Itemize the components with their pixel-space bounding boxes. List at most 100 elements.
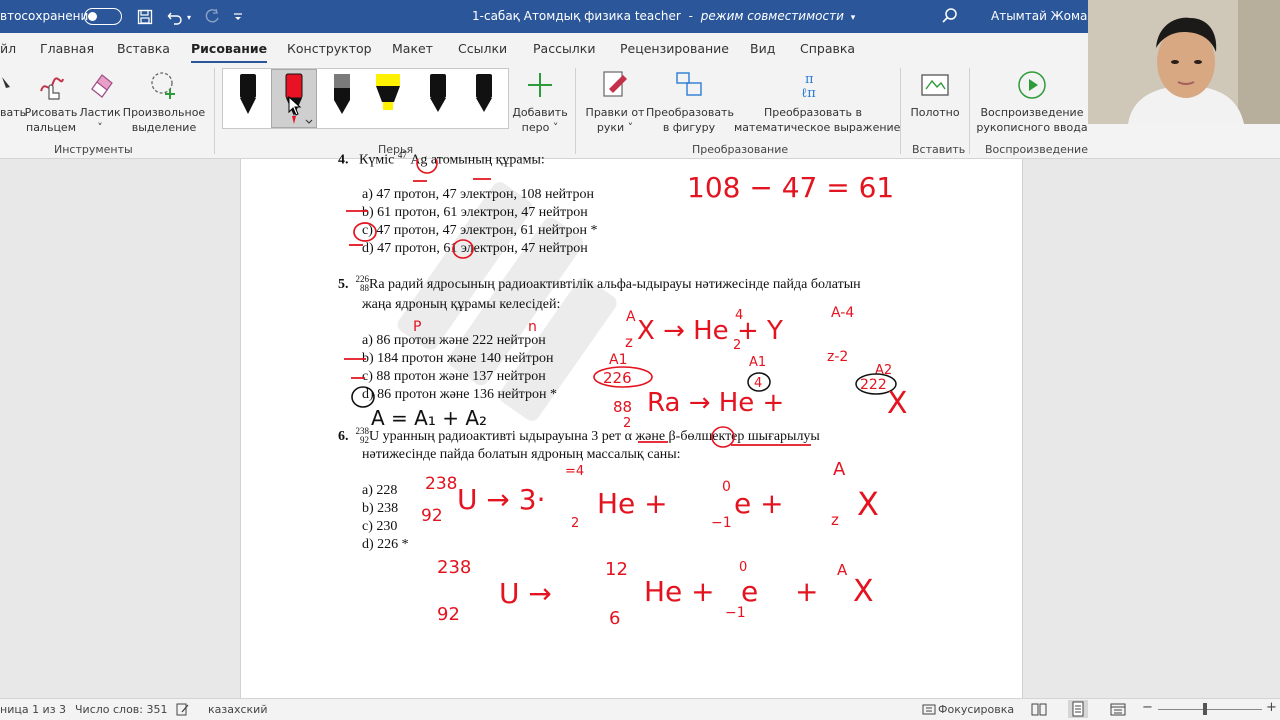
lasso-select-button[interactable]: Произвольное выделение <box>122 69 206 135</box>
pi-icon: πℓπ <box>801 72 816 101</box>
pens-gallery <box>222 68 509 129</box>
webcam-overlay <box>1088 0 1280 124</box>
drawing-canvas-button[interactable]: Полотно <box>906 69 964 120</box>
tab-file[interactable]: йл <box>0 41 16 56</box>
pen-black-1[interactable] <box>233 72 263 126</box>
plus-icon <box>528 73 552 97</box>
undo-dropdown-icon[interactable]: ▾ <box>184 7 194 27</box>
tab-insert[interactable]: Вставка <box>117 41 170 56</box>
play-icon <box>1018 71 1046 99</box>
tab-view[interactable]: Вид <box>750 41 775 56</box>
customize-toolbar-icon[interactable] <box>230 7 246 27</box>
print-layout-icon[interactable] <box>1068 700 1088 718</box>
compat-mode: режим совместимости <box>700 9 844 23</box>
save-icon[interactable] <box>134 7 156 27</box>
autosave-toggle[interactable] <box>84 8 122 25</box>
search-icon[interactable] <box>941 7 959 25</box>
ink-editor-button[interactable]: Правки от руки ˅ <box>584 69 646 135</box>
ink-to-math-button[interactable]: π ℓπ Преобразовать в математическое выраж… <box>734 69 901 135</box>
mouse-cursor-icon <box>288 96 302 116</box>
insert-group-label: Вставить <box>912 143 966 156</box>
user-name[interactable]: Атымтай Жомарт <box>991 9 1102 23</box>
q5-option-b: b) 184 протон және 140 нейтрон <box>362 351 554 366</box>
lasso-label-2: выделение <box>131 121 197 134</box>
q6-number: 6. <box>338 429 349 444</box>
read-mode-icon[interactable] <box>1031 702 1047 717</box>
ink-to-shape-button[interactable]: Преобразовать в фигуру <box>646 69 734 135</box>
pen-black-2[interactable] <box>423 72 453 126</box>
eraser-icon <box>91 74 113 98</box>
convert-group-label: Преобразование <box>692 143 789 156</box>
q4-stem-sup: 47 <box>397 150 407 160</box>
q5-option-c: c) 88 протон және 137 нейтрон <box>362 369 546 384</box>
ink-replay-label-2: рукописного ввода <box>976 121 1088 134</box>
q4-stem-right: Ag атомының құрамы: <box>410 152 545 168</box>
language[interactable]: казахский <box>208 703 267 716</box>
separator <box>214 68 215 154</box>
zoom-out-icon[interactable]: − <box>1142 700 1153 715</box>
redo-icon[interactable] <box>201 7 223 27</box>
q6-text-line1: U уранның радиоактивті ыдырауына 3 рет α… <box>369 429 820 444</box>
presenter-video <box>1088 0 1280 124</box>
finger-draw-button[interactable]: Рисовать пальцем <box>24 69 78 135</box>
lasso-label-1: Произвольное <box>122 106 206 119</box>
ink-to-math-label-2: математическое выражение <box>734 121 901 134</box>
zoom-in-icon[interactable]: + <box>1266 700 1277 715</box>
status-bar: ница 1 из 3 Число слов: 351 казахский Фо… <box>0 698 1280 720</box>
q5-number: 5. <box>338 277 349 292</box>
q5-text-line1: Ra радий ядросының радиоактивтілік альфа… <box>369 277 861 292</box>
tools-group-label: Инструменты <box>54 143 133 156</box>
svg-text:π: π <box>805 72 814 87</box>
undo-icon[interactable] <box>164 7 186 27</box>
eraser-dropdown-icon: ˅ <box>97 121 103 134</box>
add-pen-label-2: перо ˅ <box>521 121 559 134</box>
separator <box>575 68 576 154</box>
finger-draw-label-1: Рисовать <box>24 106 78 119</box>
q6-atomic-number: 92 <box>360 435 369 445</box>
canvas-icon <box>921 74 949 96</box>
word-count[interactable]: Число слов: 351 <box>75 703 168 716</box>
zoom-slider-track[interactable] <box>1158 709 1262 710</box>
q6-option-b: b) 238 <box>362 501 399 516</box>
tab-review[interactable]: Рецензирование <box>620 41 729 56</box>
web-layout-icon[interactable] <box>1110 702 1126 717</box>
page-count[interactable]: ница 1 из 3 <box>0 703 66 716</box>
q6-option-c: c) 230 <box>362 519 398 534</box>
q5-line1: 5. 226 88 Ra радий ядросының радиоактивтіл… <box>338 275 861 293</box>
tab-references[interactable]: Ссылки <box>458 41 507 56</box>
tab-help[interactable]: Справка <box>800 41 855 56</box>
q4-option-b: b) 61 протон, 61 электрон, 47 нейтрон <box>362 205 588 220</box>
q6-option-d: d) 226 * <box>362 537 409 552</box>
pen-gray[interactable] <box>327 72 357 126</box>
tab-mailings[interactable]: Рассылки <box>533 41 595 56</box>
separator <box>900 68 901 154</box>
q4-option-c: c) 47 протон, 47 электрон, 61 нейтрон * <box>362 223 598 238</box>
draw-button[interactable]: вать <box>0 69 26 120</box>
replay-group-label: Воспроизведение <box>985 143 1088 156</box>
q6-line1: 6. 238 92 U уранның радиоактивті ыдырауына… <box>338 427 820 445</box>
ink-editor-label-2: руки ˅ <box>596 121 634 134</box>
document-page[interactable]: 4. Күміс 47 Ag атомының құрамы: a) 47 пр… <box>240 150 1023 698</box>
pen-highlighter-yellow[interactable] <box>373 72 403 126</box>
pen-black-3[interactable] <box>469 72 499 126</box>
document-title[interactable]: 1-сабақ Атомдық физика teacher - режим с… <box>472 9 855 23</box>
tab-draw[interactable]: Рисование <box>191 41 268 64</box>
eraser-button[interactable]: Ластик ˅ <box>78 69 122 135</box>
q4-option-a: a) 47 протон, 47 электрон, 108 нейтрон <box>362 187 594 202</box>
title-dropdown-icon: ▾ <box>850 13 856 23</box>
tab-home[interactable]: Главная <box>40 41 94 56</box>
tab-layout[interactable]: Макет <box>392 41 433 56</box>
q4-stem-left: Күміс <box>359 152 395 168</box>
ink-to-shape-icon <box>676 72 702 96</box>
lasso-icon <box>151 72 175 99</box>
ink-to-shape-label-1: Преобразовать <box>646 106 734 119</box>
q5-option-d: d) 86 протон және 136 нейтрон * <box>362 387 557 402</box>
focus-mode[interactable]: Фокусировка <box>938 703 1014 716</box>
proofing-icon[interactable] <box>176 703 190 716</box>
separator <box>969 68 970 154</box>
autosave-label: втосохранение <box>0 9 96 23</box>
tab-design[interactable]: Конструктор <box>287 41 372 56</box>
ink-replay-button[interactable]: Воспроизведение рукописного ввода <box>976 69 1088 135</box>
add-pen-button[interactable]: Добавить перо ˅ <box>512 69 568 135</box>
zoom-slider-thumb[interactable] <box>1203 703 1207 715</box>
